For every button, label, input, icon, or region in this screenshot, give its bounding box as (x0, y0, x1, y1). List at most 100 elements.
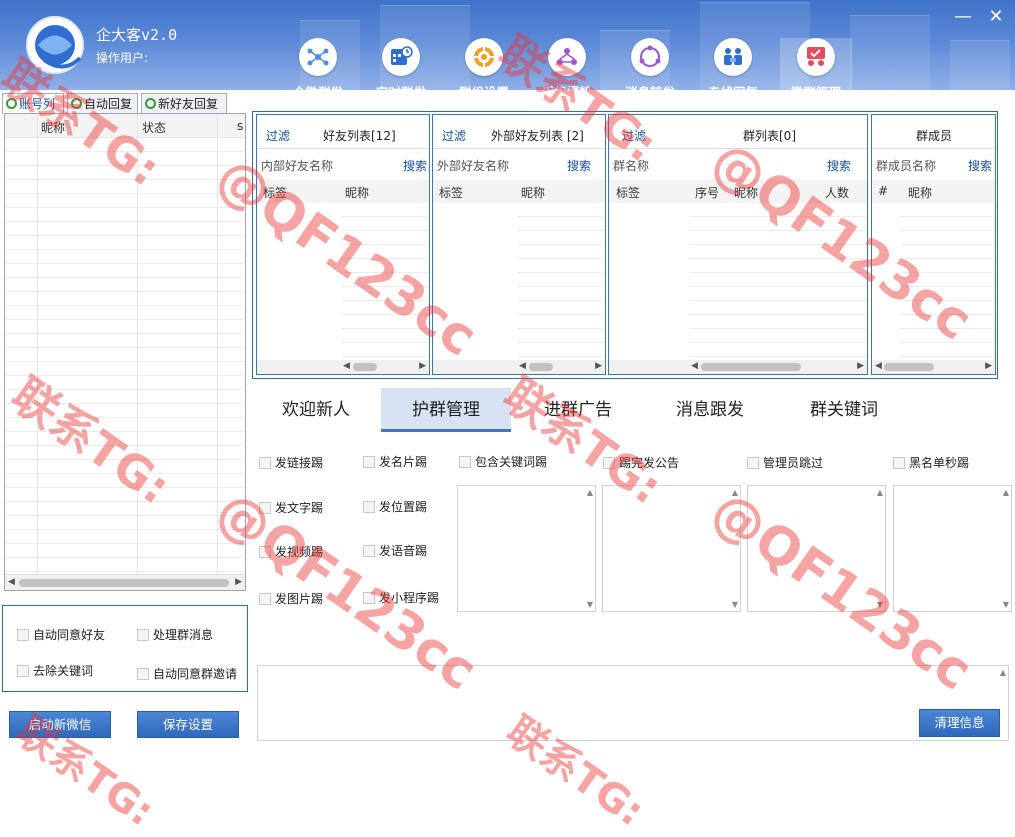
tab-join-ads[interactable]: 进群广告 (513, 388, 643, 432)
scroll-down-icon[interactable]: ▼ (1003, 600, 1009, 609)
filter-link[interactable]: 过滤 (622, 127, 646, 144)
column-nickname[interactable]: 昵称 (908, 184, 932, 201)
remove-keywords-checkbox[interactable]: 去除关键词 (17, 662, 93, 679)
scroll-left-icon[interactable]: ◀ (8, 577, 15, 587)
tab-group-protection[interactable]: 护群管理 (381, 388, 511, 432)
scroll-thumb[interactable] (353, 363, 377, 371)
save-settings-button[interactable]: 保存设置 (137, 711, 239, 738)
column-tag[interactable]: 标签 (439, 184, 463, 201)
checkbox-box[interactable] (259, 593, 271, 605)
scroll-down-icon[interactable]: ▼ (877, 600, 883, 609)
kick-keyword-checkbox[interactable]: 包含关键词踢 (459, 453, 547, 470)
scroll-up-icon[interactable]: ▲ (1000, 668, 1006, 677)
tab-group-keywords[interactable]: 群关键词 (779, 388, 909, 432)
column-tag[interactable]: 标签 (263, 184, 287, 201)
column-nickname[interactable]: 昵称 (734, 184, 758, 201)
kick-card-checkbox[interactable]: 发名片踢 (363, 453, 427, 470)
checkbox-box[interactable] (363, 545, 375, 557)
checkbox-box[interactable] (363, 501, 375, 513)
tab-welcome[interactable]: 欢迎新人 (251, 388, 381, 432)
toolbar-forward[interactable]: 消息转发 (614, 38, 686, 90)
blacklist-kick-checkbox[interactable]: 黑名单秒踢 (893, 454, 969, 471)
scroll-right-icon[interactable]: ▶ (419, 361, 426, 371)
announce-textarea[interactable]: ▲ ▼ (602, 485, 741, 612)
search-link[interactable]: 搜索 (567, 157, 591, 174)
horizontal-scrollbar[interactable]: ◀ ▶ (872, 360, 995, 374)
scroll-thumb[interactable] (529, 363, 553, 371)
horizontal-scrollbar[interactable]: ◀ ▶ (609, 360, 867, 374)
tab-auto-reply[interactable]: 自动回复 (67, 93, 138, 113)
minimize-button[interactable]: — (952, 6, 974, 28)
scroll-thumb[interactable] (19, 579, 229, 587)
search-link[interactable]: 搜索 (403, 157, 427, 174)
close-button[interactable]: ✕ (985, 6, 1007, 28)
account-grid[interactable]: 昵称 状态 s ◀ ▶ (4, 113, 246, 591)
keyword-textarea[interactable]: ▲ ▼ (457, 485, 596, 612)
column-status[interactable]: 状态 (142, 119, 166, 136)
member-name-field[interactable]: 群成员名称 (876, 157, 936, 174)
checkbox-box[interactable] (893, 457, 905, 469)
scroll-left-icon[interactable]: ◀ (691, 361, 698, 371)
scroll-right-icon[interactable]: ▶ (595, 361, 602, 371)
checkbox-box[interactable] (259, 502, 271, 514)
filter-link[interactable]: 过滤 (442, 127, 466, 144)
scroll-up-icon[interactable]: ▲ (732, 488, 738, 497)
toolbar-scheduled-send[interactable]: 定时群发 (365, 38, 437, 90)
tab-new-friend-reply[interactable]: 新好友回复 (141, 93, 227, 113)
list-rows[interactable] (689, 203, 867, 360)
kick-text-checkbox[interactable]: 发文字踢 (259, 499, 323, 516)
checkbox-box[interactable] (363, 456, 375, 468)
friend-name-field[interactable]: 内部好友名称 (261, 157, 333, 174)
scroll-right-icon[interactable]: ▶ (985, 361, 992, 371)
tab-account-list[interactable]: 账号列 (2, 93, 64, 114)
checkbox-box[interactable] (137, 668, 149, 680)
kick-image-checkbox[interactable]: 发图片踢 (259, 590, 323, 607)
kick-voice-checkbox[interactable]: 发语音踢 (363, 542, 427, 559)
column-nickname[interactable]: 昵称 (521, 184, 545, 201)
toolbar-dedicated-reply[interactable]: 专线回复 (697, 38, 769, 90)
column-tag[interactable]: 标签 (616, 184, 640, 201)
scroll-thumb[interactable] (884, 363, 934, 371)
checkbox-box[interactable] (17, 629, 29, 641)
column-nickname[interactable]: 昵称 (345, 184, 369, 201)
group-name-field[interactable]: 群名称 (613, 157, 649, 174)
admin-skip-checkbox[interactable]: 管理员跳过 (747, 454, 823, 471)
kick-miniprogram-checkbox[interactable]: 发小程序踢 (363, 589, 439, 606)
auto-accept-friend-checkbox[interactable]: 自动同意好友 (17, 626, 105, 643)
admin-textarea[interactable]: ▲ ▼ (747, 485, 886, 612)
list-rows[interactable] (517, 203, 605, 360)
kick-link-checkbox[interactable]: 发链接踢 (259, 454, 323, 471)
horizontal-scrollbar[interactable]: ◀ ▶ (5, 574, 245, 590)
checkbox-box[interactable] (259, 546, 271, 558)
horizontal-scrollbar[interactable]: ◀ ▶ (433, 360, 605, 374)
scroll-down-icon[interactable]: ▼ (732, 600, 738, 609)
scroll-up-icon[interactable]: ▲ (877, 488, 883, 497)
column-index[interactable]: 序号 (695, 184, 719, 201)
list-rows[interactable] (341, 203, 429, 360)
toolbar-group-manage[interactable]: 微群管理 (780, 38, 852, 90)
auto-accept-invite-checkbox[interactable]: 自动同意群邀请 (137, 665, 237, 682)
scroll-right-icon[interactable]: ▶ (235, 577, 242, 587)
horizontal-scrollbar[interactable]: ◀ ▶ (257, 360, 429, 374)
tab-message-follow[interactable]: 消息跟发 (645, 388, 775, 432)
list-rows[interactable] (900, 203, 995, 360)
scroll-right-icon[interactable]: ▶ (857, 361, 864, 371)
scroll-left-icon[interactable]: ◀ (343, 361, 350, 371)
checkbox-box[interactable] (747, 457, 759, 469)
checkbox-box[interactable] (17, 665, 29, 677)
scroll-thumb[interactable] (701, 363, 801, 371)
filter-link[interactable]: 过滤 (266, 127, 290, 144)
toolbar-group-settings[interactable]: 群组设置 (448, 38, 520, 90)
checkbox-box[interactable] (363, 592, 375, 604)
checkbox-box[interactable] (259, 457, 271, 469)
scroll-left-icon[interactable]: ◀ (875, 361, 882, 371)
search-link[interactable]: 搜索 (968, 157, 992, 174)
clear-info-button[interactable]: 清理信息 (919, 709, 1000, 737)
handle-group-msg-checkbox[interactable]: 处理群消息 (137, 626, 213, 643)
kick-location-checkbox[interactable]: 发位置踢 (363, 498, 427, 515)
scroll-down-icon[interactable]: ▼ (587, 600, 593, 609)
blacklist-textarea[interactable]: ▲ ▼ (893, 485, 1012, 612)
start-wechat-button[interactable]: 启动新微信 (9, 711, 111, 738)
external-name-field[interactable]: 外部好友名称 (437, 157, 509, 174)
search-link[interactable]: 搜索 (827, 157, 851, 174)
